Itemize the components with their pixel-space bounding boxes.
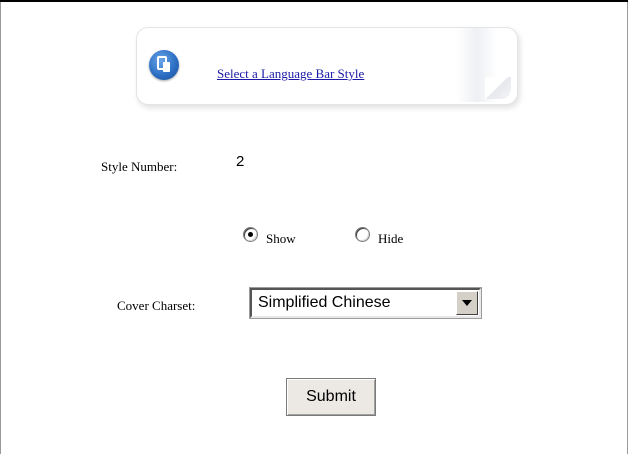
- language-bar-icon: [149, 50, 179, 80]
- show-radio-label[interactable]: Show: [266, 231, 296, 247]
- submit-button[interactable]: Submit: [286, 378, 376, 416]
- card-page-curl: [485, 77, 511, 99]
- style-number-value: 2: [236, 153, 245, 170]
- select-language-bar-style-link[interactable]: Select a Language Bar Style: [217, 66, 364, 82]
- radio-selected-dot: [248, 232, 253, 237]
- chevron-down-icon: [462, 300, 472, 306]
- show-radio[interactable]: [243, 227, 258, 242]
- style-number-label: Style Number:: [101, 159, 178, 174]
- language-bar-style-card: Select a Language Bar Style: [136, 27, 518, 105]
- hide-radio-label[interactable]: Hide: [378, 231, 403, 247]
- cover-charset-select[interactable]: Simplified Chinese: [249, 287, 482, 319]
- top-border: [0, 0, 628, 2]
- dropdown-arrow-button[interactable]: [456, 291, 478, 315]
- cover-charset-selected-value: Simplified Chinese: [258, 294, 391, 311]
- cover-charset-label: Cover Charset:: [117, 298, 196, 313]
- hide-radio[interactable]: [355, 227, 370, 242]
